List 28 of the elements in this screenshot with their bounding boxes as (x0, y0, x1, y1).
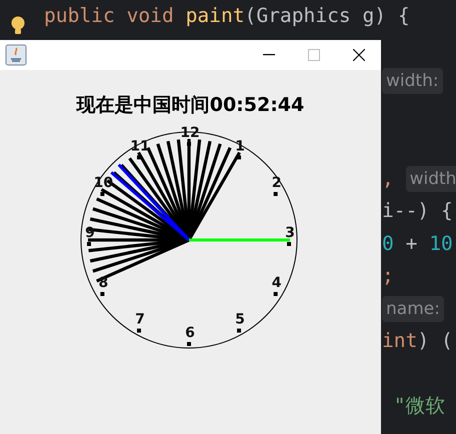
parameter-hint: name: (382, 296, 444, 322)
code-text: 10 (429, 230, 453, 256)
code-text: (Graphics g) { (244, 3, 410, 29)
parameter-hint: width (406, 166, 456, 192)
clock-numeral: 2 (272, 175, 282, 191)
code-text: ) ( (417, 328, 453, 354)
minimize-icon (262, 54, 274, 56)
clock-numeral: 6 (185, 325, 195, 341)
clock-numeral: 4 (272, 275, 282, 291)
app-icon[interactable] (5, 44, 27, 66)
code-text: , (382, 166, 395, 192)
parameter-hint: width: (382, 68, 443, 94)
clock-numeral: 5 (235, 312, 245, 328)
close-icon (352, 49, 364, 61)
clock-numeral: 3 (285, 225, 295, 241)
code-text: public void (44, 3, 175, 29)
clock-numeral: 7 (135, 312, 145, 328)
time-heading: 现在是中国时间00:52:44 (76, 93, 304, 116)
code-text: + (404, 230, 418, 256)
code-text: "微软 (392, 393, 446, 419)
code-text: i--) { (382, 198, 453, 224)
maximize-icon (308, 49, 320, 61)
code-text: 0 (382, 230, 394, 256)
code-text: ; (382, 263, 394, 289)
lightbulb-icon[interactable] (11, 16, 25, 36)
clock-numeral: 8 (98, 275, 108, 291)
code-text: int (382, 328, 418, 354)
code-text: paint (186, 3, 245, 29)
